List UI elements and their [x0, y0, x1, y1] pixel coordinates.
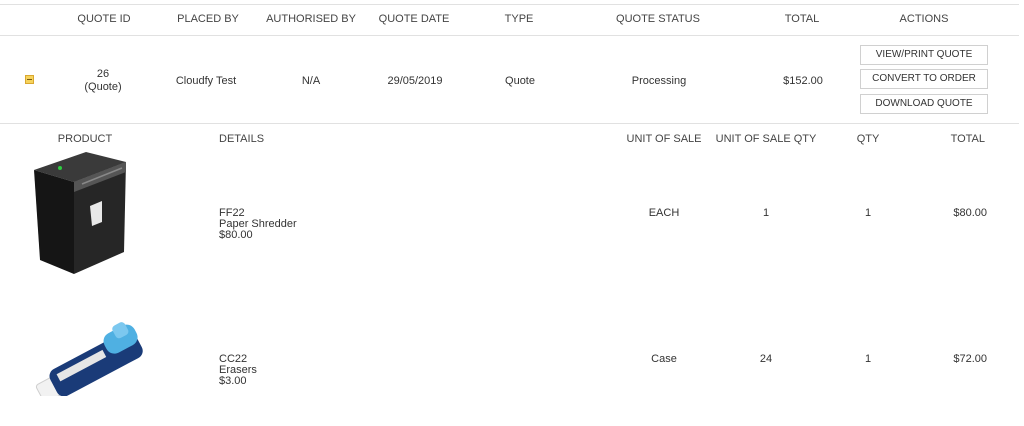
header-product: PRODUCT [57, 133, 113, 145]
header-details: DETAILS [219, 133, 265, 145]
quote-date-value: 29/05/2019 [387, 75, 443, 87]
unit-of-sale-qty-value: 24 [759, 353, 773, 365]
header-divider [0, 35, 1019, 36]
header-quote-id: QUOTE ID [77, 13, 131, 25]
placed-by-value: Cloudfy Test [175, 75, 237, 87]
header-total: TOTAL [784, 13, 820, 25]
unit-of-sale-value: Case [651, 353, 677, 365]
qty-value: 1 [864, 207, 872, 219]
erasers-image[interactable] [26, 316, 156, 396]
header-qty: QTY [856, 133, 880, 145]
header-type: TYPE [504, 13, 534, 25]
quote-id-cell: 26 (Quote) [84, 68, 121, 94]
quote-total-value: $152.00 [783, 75, 823, 87]
download-quote-button[interactable]: DOWNLOAD QUOTE [860, 94, 988, 114]
product-details: FF22 Paper Shredder $80.00 [219, 208, 297, 241]
product-details: CC22 Erasers $3.00 [219, 354, 257, 387]
authorised-by-value: N/A [301, 75, 321, 87]
header-quote-status: QUOTE STATUS [616, 13, 700, 25]
quote-id-value: 26 [96, 68, 110, 80]
top-border [0, 4, 1019, 5]
convert-to-order-button[interactable]: CONVERT TO ORDER [860, 69, 988, 89]
quote-id-type: (Quote) [84, 81, 122, 93]
product-price: $80.00 [219, 229, 253, 241]
quote-status-value: Processing [631, 75, 687, 87]
header-line-total: TOTAL [950, 133, 985, 145]
view-print-quote-button[interactable]: VIEW/PRINT QUOTE [860, 45, 988, 65]
qty-value: 1 [864, 353, 872, 365]
unit-of-sale-value: EACH [648, 207, 680, 219]
header-placed-by: PLACED BY [177, 13, 239, 25]
collapse-toggle-icon[interactable] [25, 75, 34, 84]
line-total-value: $72.00 [953, 353, 987, 365]
line-total-value: $80.00 [953, 207, 987, 219]
product-price: $3.00 [219, 375, 247, 387]
header-actions: ACTIONS [899, 13, 949, 25]
type-value: Quote [505, 75, 535, 87]
paper-shredder-image[interactable] [30, 148, 130, 276]
header-unit-of-sale: UNIT OF SALE [626, 133, 702, 145]
header-quote-date: QUOTE DATE [378, 13, 450, 25]
header-unit-of-sale-qty: UNIT OF SALE QTY [715, 133, 817, 145]
quote-row-divider [0, 123, 1019, 124]
header-authorised-by: AUTHORISED BY [266, 13, 356, 25]
unit-of-sale-qty-value: 1 [762, 207, 770, 219]
